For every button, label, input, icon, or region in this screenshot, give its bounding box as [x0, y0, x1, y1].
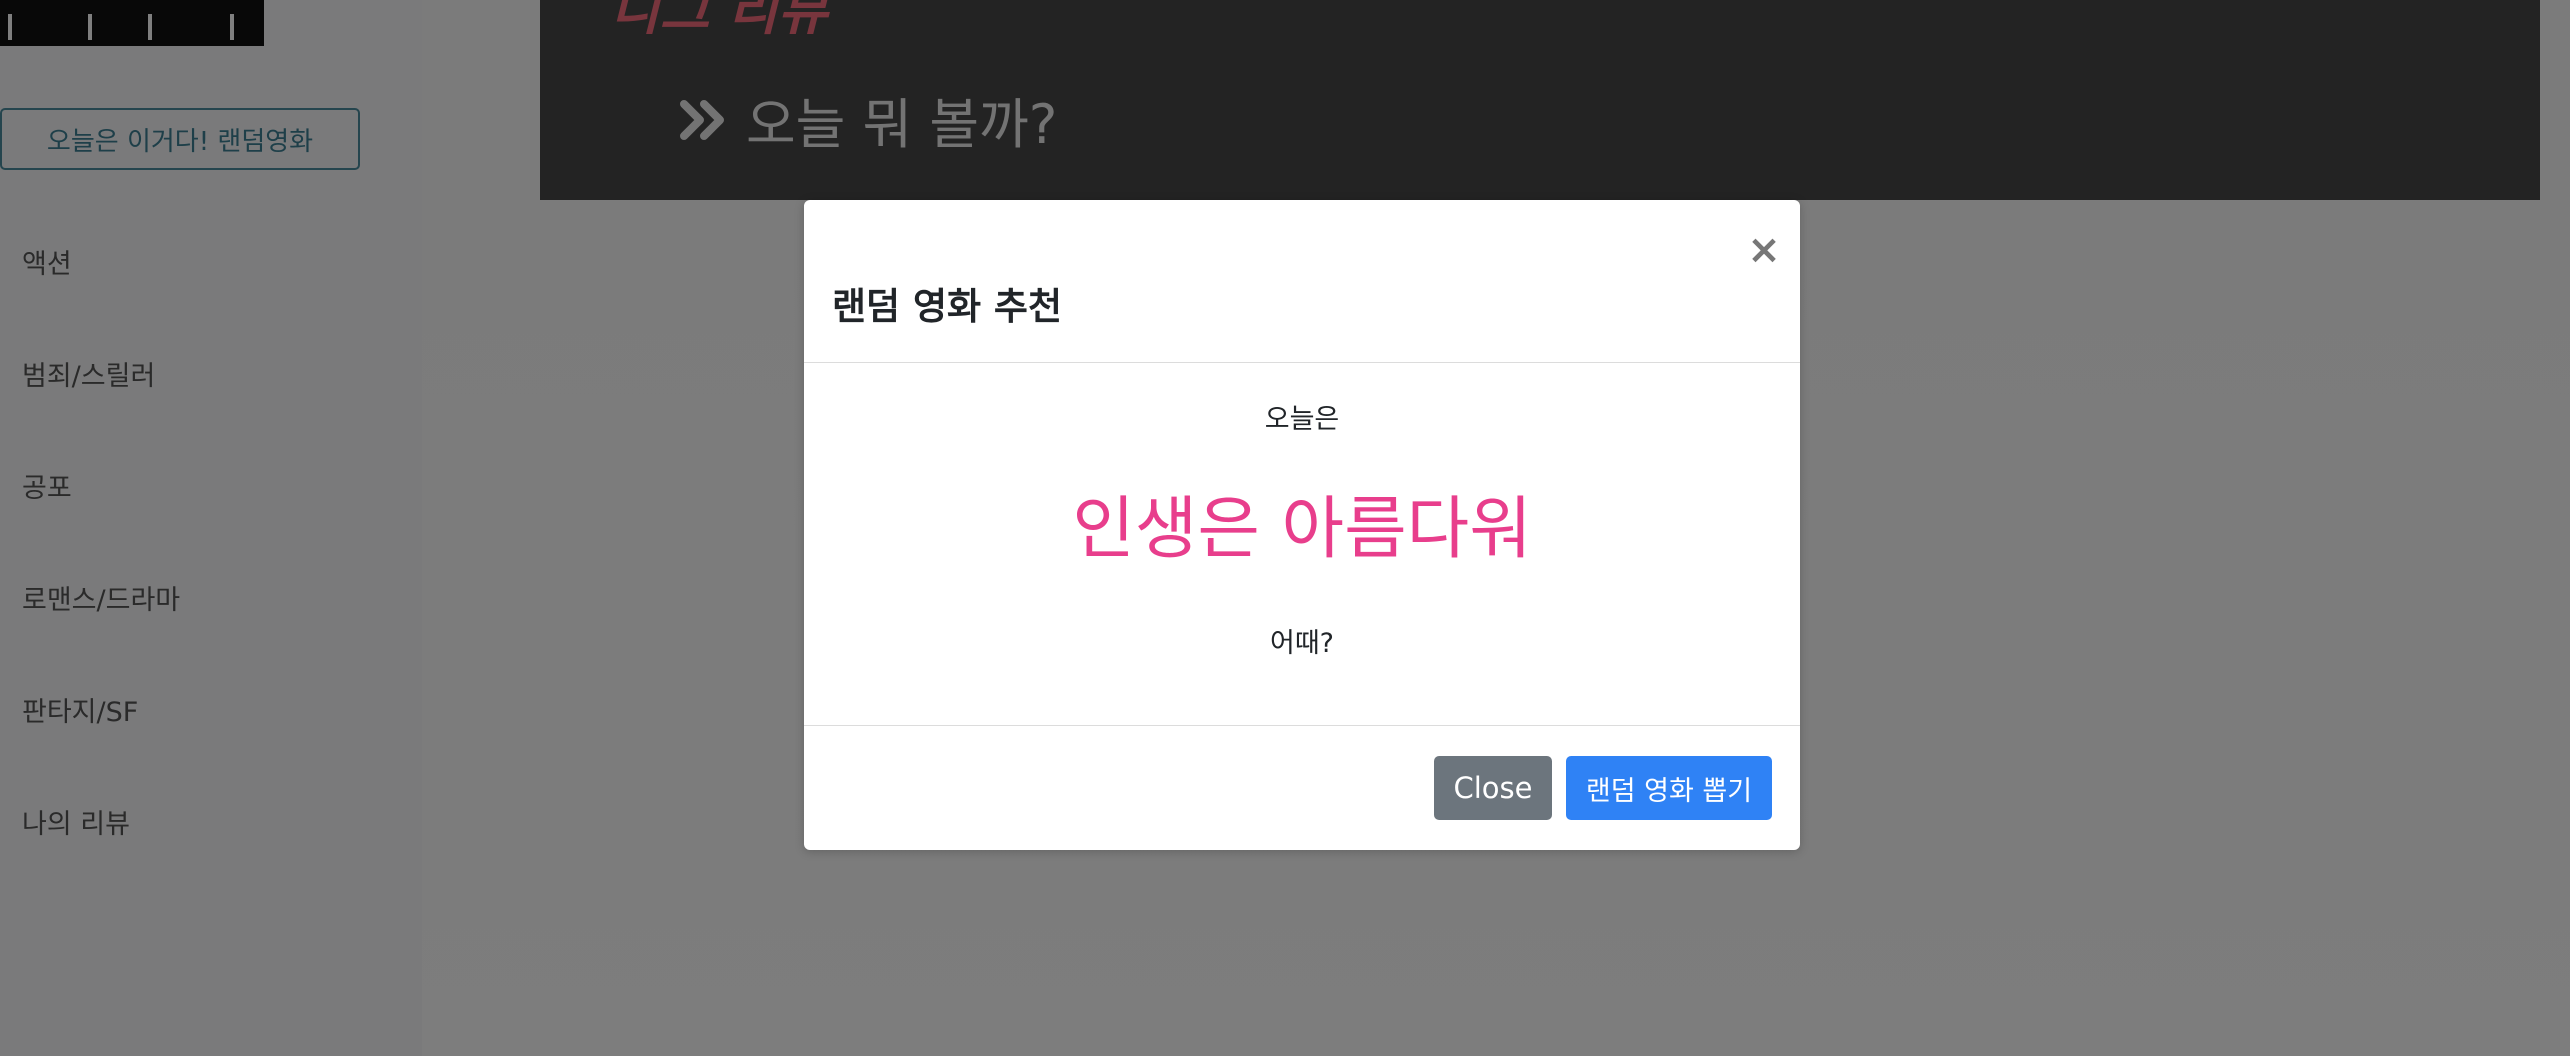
body-intro-text: 오늘은 [1264, 404, 1340, 435]
close-button[interactable]: Close [1434, 756, 1552, 820]
close-icon[interactable]: × [1744, 228, 1784, 272]
page: 오늘은 이거다! 랜덤영화 액션 범죄/스릴러 공포 로맨스/드라마 판타지/S… [0, 0, 2570, 1056]
recommended-movie-title: 인생은 아름다워 [1072, 490, 1532, 569]
body-outro-text: 어때? [1269, 628, 1334, 659]
modal-header: 랜덤 영화 추천 × [804, 200, 1800, 363]
random-movie-modal: 랜덤 영화 추천 × 오늘은 인생은 아름다워 어때? Close 랜덤 영화 … [804, 200, 1800, 850]
modal-footer: Close 랜덤 영화 뽑기 [804, 726, 1800, 850]
modal-body: 오늘은 인생은 아름다워 어때? [804, 363, 1800, 726]
modal-title: 랜덤 영화 추천 [832, 285, 1063, 328]
pick-random-movie-button[interactable]: 랜덤 영화 뽑기 [1566, 756, 1772, 820]
